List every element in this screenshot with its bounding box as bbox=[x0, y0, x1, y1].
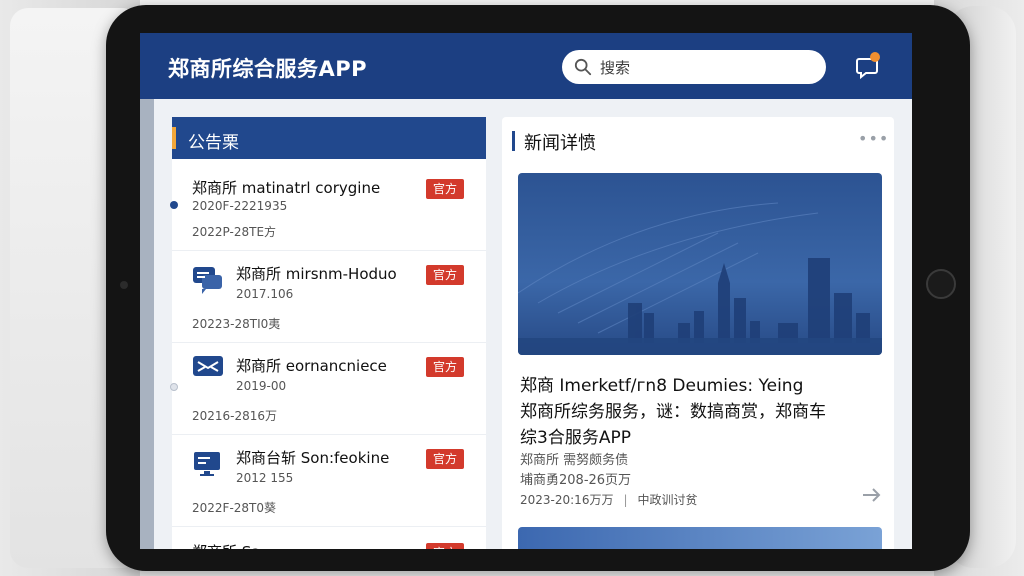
notice-subtitle: 2012 155 bbox=[236, 471, 294, 485]
news-panel-title: 新闻详愤 bbox=[524, 133, 596, 154]
list-item[interactable]: 郑商所 Sa... 官方 bbox=[172, 527, 486, 549]
tablet-device: 郑商所综合服务APP 搜索 公告栗 郑商所 matinatrl corygine… bbox=[106, 5, 970, 571]
notice-title: 郑商所 mirsnm-Hoduo bbox=[236, 265, 397, 283]
notice-title: 郑商台斩 Son:feokine bbox=[236, 449, 390, 467]
header-accent bbox=[172, 127, 176, 149]
next-news-thumbnail[interactable] bbox=[518, 527, 882, 549]
news-headline-line-1[interactable]: 郑商 Imerketf/гn8 Deumies: Yeing bbox=[520, 371, 803, 396]
official-badge: 官方 bbox=[426, 179, 464, 199]
arrow-right-icon[interactable] bbox=[862, 487, 882, 503]
news-headline-line-2[interactable]: 郑商所综务服务，谜：数搞商赏，郑商车 bbox=[520, 397, 826, 422]
home-button[interactable] bbox=[926, 269, 956, 299]
app-screen: 郑商所综合服务APP 搜索 公告栗 郑商所 matinatrl corygine… bbox=[140, 33, 912, 549]
notice-panel-title: 公告栗 bbox=[188, 133, 239, 153]
news-date: 2023-20:16万万 bbox=[520, 493, 614, 507]
official-badge: 官方 bbox=[426, 357, 464, 377]
official-badge: 官方 bbox=[426, 265, 464, 285]
camera bbox=[120, 281, 128, 289]
news-meta-line-1: 郑商所 需努颇务债 bbox=[520, 453, 629, 468]
notice-subtitle: 2019-00 bbox=[236, 379, 287, 393]
notice-title: 郑商所 matinatrl corygine bbox=[192, 179, 381, 197]
list-item[interactable]: 郑商台斩 Son:feokine 2012 155 2022F-28T0葵 官方 bbox=[172, 435, 486, 527]
news-header-accent bbox=[512, 131, 515, 151]
news-meta-line-2: 埔商勇208-26页万 bbox=[520, 473, 632, 488]
app-title: 郑商所综合服务APP bbox=[168, 57, 368, 81]
official-badge: 官方 bbox=[426, 449, 464, 469]
bullet-dot-icon bbox=[170, 201, 178, 209]
search-icon bbox=[574, 58, 592, 76]
notice-title: 郑商所 Sa... bbox=[192, 541, 275, 549]
notice-date: 2022P-28TE方 bbox=[192, 225, 277, 239]
chat-icon bbox=[193, 267, 222, 294]
search-placeholder: 搜索 bbox=[600, 58, 631, 77]
news-panel: 新闻详愤 ••• 郑商 Imerketf/гn8 Deumies: Yeing … bbox=[502, 117, 894, 549]
news-headline-line-3[interactable]: 综3合服务APP bbox=[520, 423, 631, 448]
notice-title: 郑商所 eornancniece bbox=[236, 357, 387, 375]
separator: | bbox=[623, 493, 628, 507]
notice-subtitle: 2020F-2221935 bbox=[192, 199, 288, 213]
notice-panel: 公告栗 郑商所 matinatrl corygine 2020F-2221935… bbox=[170, 117, 486, 549]
list-item[interactable]: 郑商所 mirsnm-Hoduo 2017.106 20223-28TI0夷 官… bbox=[172, 251, 486, 343]
background-photo-strip bbox=[140, 99, 154, 549]
official-badge: 官方 bbox=[426, 543, 464, 549]
notice-date: 2022F-28T0葵 bbox=[192, 501, 277, 515]
search-input[interactable]: 搜索 bbox=[562, 50, 826, 84]
notice-subtitle: 2017.106 bbox=[236, 287, 294, 301]
more-options-icon[interactable]: ••• bbox=[858, 129, 889, 148]
notice-date: 20216-2816万 bbox=[192, 409, 278, 423]
app-header: 郑商所综合服务APP 搜索 bbox=[140, 33, 912, 99]
notice-panel-header: 公告栗 bbox=[172, 117, 486, 159]
news-footer: 2023-20:16万万 | 中政训讨贫 bbox=[520, 491, 698, 508]
city-skyline-illustration bbox=[518, 202, 882, 355]
mail-icon bbox=[193, 356, 223, 376]
news-source: 中政训讨贫 bbox=[637, 493, 698, 507]
list-item[interactable]: 郑商所 eornancniece 2019-00 20216-2816万 官方 bbox=[170, 343, 486, 435]
notification-dot bbox=[870, 52, 880, 62]
list-item[interactable]: 郑商所 matinatrl corygine 2020F-2221935 202… bbox=[170, 159, 486, 251]
bullet-dot-icon bbox=[170, 383, 178, 391]
notice-date: 20223-28TI0夷 bbox=[192, 317, 281, 331]
monitor-icon bbox=[194, 452, 220, 476]
news-hero-image[interactable] bbox=[518, 173, 882, 355]
